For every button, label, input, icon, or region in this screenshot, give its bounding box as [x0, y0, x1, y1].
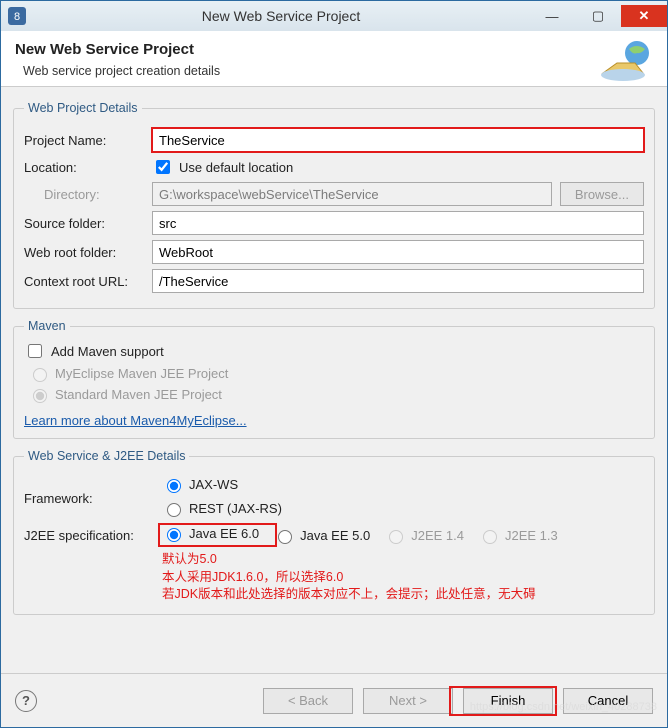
- browse-button: Browse...: [560, 182, 644, 206]
- next-button: Next >: [363, 688, 453, 714]
- group-legend: Web Service & J2EE Details: [24, 449, 189, 463]
- group-legend: Maven: [24, 319, 70, 333]
- rest-jax-rs-radio[interactable]: REST (JAX-RS): [162, 500, 282, 517]
- watermark: https://blog.csdn.net/weixin_40288738: [470, 701, 657, 713]
- annotation-text: 默认为5.0 本人采用JDK1.6.0，所以选择6.0 若JDK版本和此处选择的…: [162, 551, 644, 604]
- j2ee-spec-label: J2EE specification:: [24, 528, 162, 543]
- web-root-folder-input[interactable]: [152, 240, 644, 264]
- j2ee-1-3-radio: J2EE 1.3: [478, 527, 558, 544]
- maven-group: Maven Add Maven support MyEclipse Maven …: [13, 319, 655, 439]
- page-subtitle: Web service project creation details: [23, 64, 653, 78]
- svg-text:8: 8: [14, 11, 20, 23]
- window-title: New Web Service Project: [33, 8, 529, 24]
- jax-ws-radio[interactable]: JAX-WS: [162, 476, 238, 493]
- context-root-input[interactable]: [152, 269, 644, 293]
- wizard-footer: ? < Back Next > Finish Cancel: [1, 673, 667, 727]
- maven-learn-more-link[interactable]: Learn more about Maven4MyEclipse...: [24, 413, 247, 428]
- maximize-button[interactable]: ▢: [575, 5, 621, 27]
- project-name-input[interactable]: [152, 128, 644, 152]
- back-button: < Back: [263, 688, 353, 714]
- page-title: New Web Service Project: [15, 41, 653, 58]
- add-maven-support-checkbox[interactable]: Add Maven support: [24, 341, 644, 361]
- minimize-button[interactable]: —: [529, 5, 575, 27]
- web-project-details-group: Web Project Details Project Name: Locati…: [13, 101, 655, 309]
- j2ee-1-4-radio: J2EE 1.4: [384, 527, 464, 544]
- directory-label: Directory:: [24, 187, 152, 202]
- wizard-icon: [599, 39, 653, 83]
- source-folder-input[interactable]: [152, 211, 644, 235]
- project-name-label: Project Name:: [24, 133, 152, 148]
- standard-maven-radio: Standard Maven JEE Project: [28, 386, 644, 403]
- context-root-label: Context root URL:: [24, 274, 152, 289]
- web-root-folder-label: Web root folder:: [24, 245, 152, 260]
- framework-label: Framework:: [24, 491, 162, 506]
- location-label: Location:: [24, 160, 152, 175]
- java-ee-5-radio[interactable]: Java EE 5.0: [273, 527, 370, 544]
- app-icon: 8: [7, 6, 27, 26]
- use-default-location-checkbox[interactable]: Use default location: [152, 157, 293, 177]
- titlebar: 8 New Web Service Project — ▢ ✕: [1, 1, 667, 31]
- help-button[interactable]: ?: [15, 690, 37, 712]
- wizard-header: New Web Service Project Web service proj…: [1, 31, 667, 87]
- close-button[interactable]: ✕: [621, 5, 667, 27]
- myeclipse-maven-radio: MyEclipse Maven JEE Project: [28, 365, 644, 382]
- source-folder-label: Source folder:: [24, 216, 152, 231]
- directory-input: [152, 182, 552, 206]
- web-service-j2ee-group: Web Service & J2EE Details Framework: JA…: [13, 449, 655, 615]
- java-ee-6-radio[interactable]: Java EE 6.0: [162, 525, 259, 542]
- group-legend: Web Project Details: [24, 101, 142, 115]
